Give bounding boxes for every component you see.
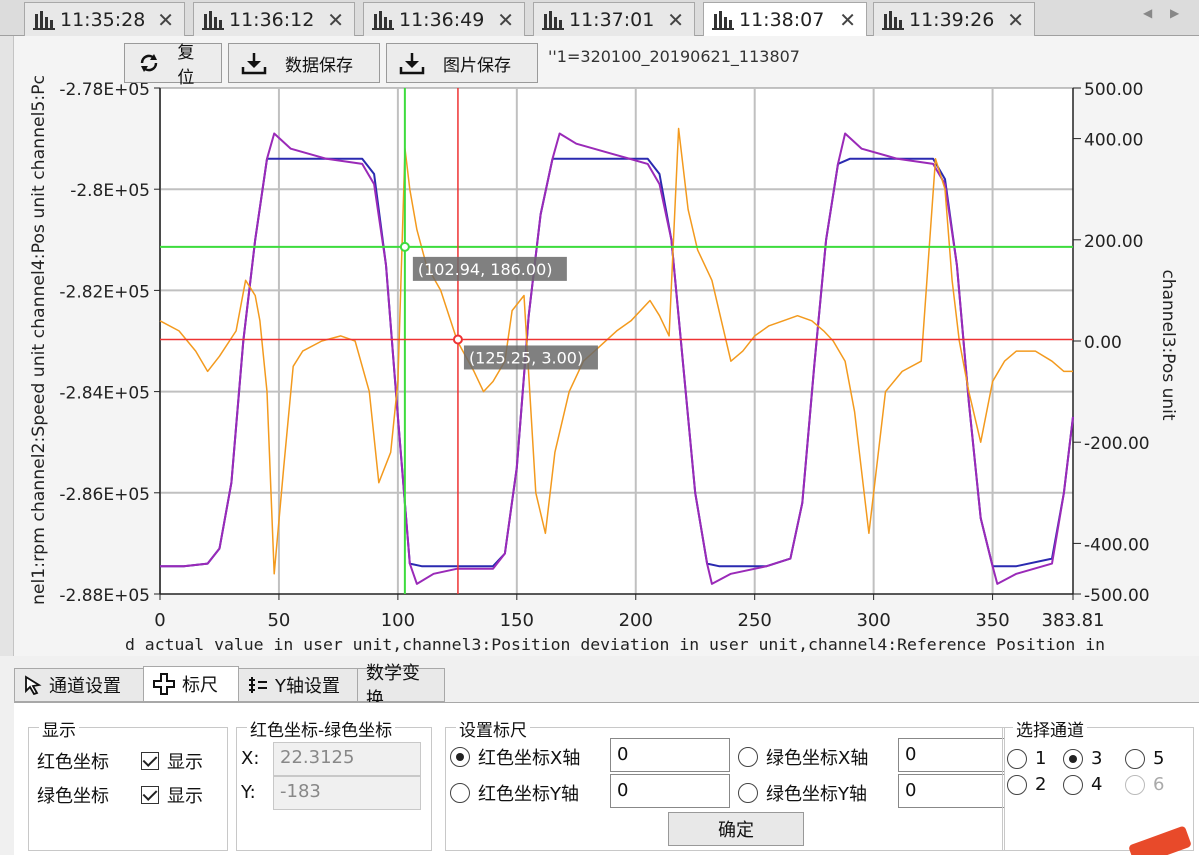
y-left-tick-label: -2.86E+05 bbox=[59, 485, 150, 505]
green-coord-label: 绿色坐标 bbox=[37, 786, 109, 807]
green-cursor-point bbox=[399, 241, 410, 252]
y-right-tick-label: 0.00 bbox=[1084, 333, 1122, 353]
diff-x-label: X: bbox=[241, 748, 260, 769]
x-tick-label: 150 bbox=[500, 610, 534, 631]
diff-x-value: 22.3125 bbox=[273, 742, 421, 776]
red-cursor-point bbox=[452, 334, 463, 345]
diff-y-label: Y: bbox=[241, 782, 256, 803]
x-tick-label: 383.81 bbox=[1042, 610, 1105, 631]
display-group: 显示 红色坐标 显示 绿色坐标 显示 bbox=[28, 716, 228, 851]
red-y-radio[interactable] bbox=[450, 783, 470, 803]
red-cursor-label: (125.25, 3.00) bbox=[469, 348, 583, 367]
channel-5-radio[interactable] bbox=[1125, 748, 1145, 769]
y-right-tick-label: 400.00 bbox=[1084, 131, 1143, 151]
red-coord-label: 红色坐标 bbox=[37, 752, 109, 773]
y-right-tick-label: -500.00 bbox=[1084, 586, 1150, 606]
y-left-tick-label: -2.88E+05 bbox=[59, 586, 150, 606]
settings-tabs: 通道设置 标尺 Y轴设置 数学变换 bbox=[14, 663, 445, 710]
red-y-input[interactable]: 0 bbox=[610, 774, 730, 808]
tab-channel-settings[interactable]: 通道设置 bbox=[14, 668, 144, 702]
x-tick-label: 250 bbox=[738, 610, 772, 631]
y-left-tick-label: -2.8E+05 bbox=[70, 181, 150, 201]
green-show-checkbox[interactable] bbox=[141, 786, 159, 804]
x-tick-label: 300 bbox=[856, 610, 890, 631]
channel-1-radio[interactable] bbox=[1007, 748, 1027, 769]
channel-4-radio[interactable] bbox=[1063, 774, 1083, 795]
y-left-tick-label: -2.82E+05 bbox=[59, 282, 150, 302]
chart-title: ''1=320100_20190621_113807 bbox=[548, 47, 800, 66]
red-x-radio[interactable] bbox=[450, 747, 470, 767]
channel-3-radio[interactable] bbox=[1063, 748, 1083, 769]
green-x-radio[interactable] bbox=[738, 747, 758, 767]
download-icon bbox=[241, 53, 267, 75]
ruler-panel: 显示 红色坐标 显示 绿色坐标 显示 红色坐标-绿色坐标 X: 22.3125 … bbox=[14, 702, 1199, 855]
red-show-checkbox[interactable] bbox=[141, 752, 159, 770]
x-tick-label: 100 bbox=[381, 610, 415, 631]
app-window: 11:35:28 ✕ 11:36:12 ✕ 11:36:49 ✕ 11:37:0… bbox=[0, 0, 1199, 855]
refresh-icon bbox=[140, 54, 158, 72]
channel-2-radio[interactable] bbox=[1007, 774, 1027, 795]
red-x-input[interactable]: 0 bbox=[610, 738, 730, 772]
pointer-icon bbox=[25, 675, 42, 695]
x-axis-label: d actual value in user unit,channel3:Pos… bbox=[125, 635, 1105, 654]
y-left-tick-label: -2.84E+05 bbox=[59, 384, 150, 404]
tab-y-axis-settings[interactable]: Y轴设置 bbox=[238, 668, 358, 702]
save-image-button[interactable]: 图片保存 bbox=[386, 43, 538, 83]
chart-svg[interactable]: 0 50 100 150 200 250 300 350 383.81-2.78E+05-2.8… bbox=[0, 0, 1199, 660]
green-y-input[interactable]: 0 bbox=[898, 774, 1004, 808]
x-tick-label: 50 bbox=[267, 610, 290, 631]
ruler-icon bbox=[153, 673, 175, 695]
x-tick-label: 0 bbox=[154, 610, 165, 631]
diff-y-value: -183 bbox=[273, 776, 421, 810]
download-icon bbox=[399, 53, 425, 75]
y-right-axis-label: channel3:Pos unit bbox=[1158, 269, 1178, 420]
x-tick-label: 200 bbox=[619, 610, 653, 631]
set-ruler-group: 设置标尺 红色坐标X轴 0 红色坐标Y轴 0 绿色坐标X轴 0 绿色坐标Y轴 0… bbox=[445, 716, 1005, 851]
y-right-tick-label: 200.00 bbox=[1084, 232, 1143, 252]
y-right-tick-label: -400.00 bbox=[1084, 535, 1150, 555]
y-right-tick-label: -200.00 bbox=[1084, 434, 1150, 454]
save-data-button[interactable]: 数据保存 bbox=[228, 43, 380, 83]
tab-ruler[interactable]: 标尺 bbox=[143, 666, 239, 702]
channel-6-radio bbox=[1125, 774, 1145, 795]
y-left-axis-label: nel1:rpm channel2:Speed unit channel4:Po… bbox=[29, 75, 49, 605]
chart-toolbar: 复位 数据保存 图片保存 bbox=[124, 43, 538, 88]
x-tick-label: 350 bbox=[975, 610, 1009, 631]
green-cursor-label: (102.94, 186.00) bbox=[418, 260, 553, 279]
y-right-tick-label: 500.00 bbox=[1084, 80, 1143, 100]
y-axis-icon bbox=[249, 677, 267, 693]
diff-group: 红色坐标-绿色坐标 X: 22.3125 Y: -183 bbox=[236, 716, 432, 851]
tab-math-transform[interactable]: 数学变换 bbox=[357, 663, 445, 710]
reset-button[interactable]: 复位 bbox=[124, 43, 222, 88]
green-y-radio[interactable] bbox=[738, 783, 758, 803]
green-x-input[interactable]: 0 bbox=[898, 738, 1004, 772]
confirm-button[interactable]: 确定 bbox=[668, 812, 804, 846]
